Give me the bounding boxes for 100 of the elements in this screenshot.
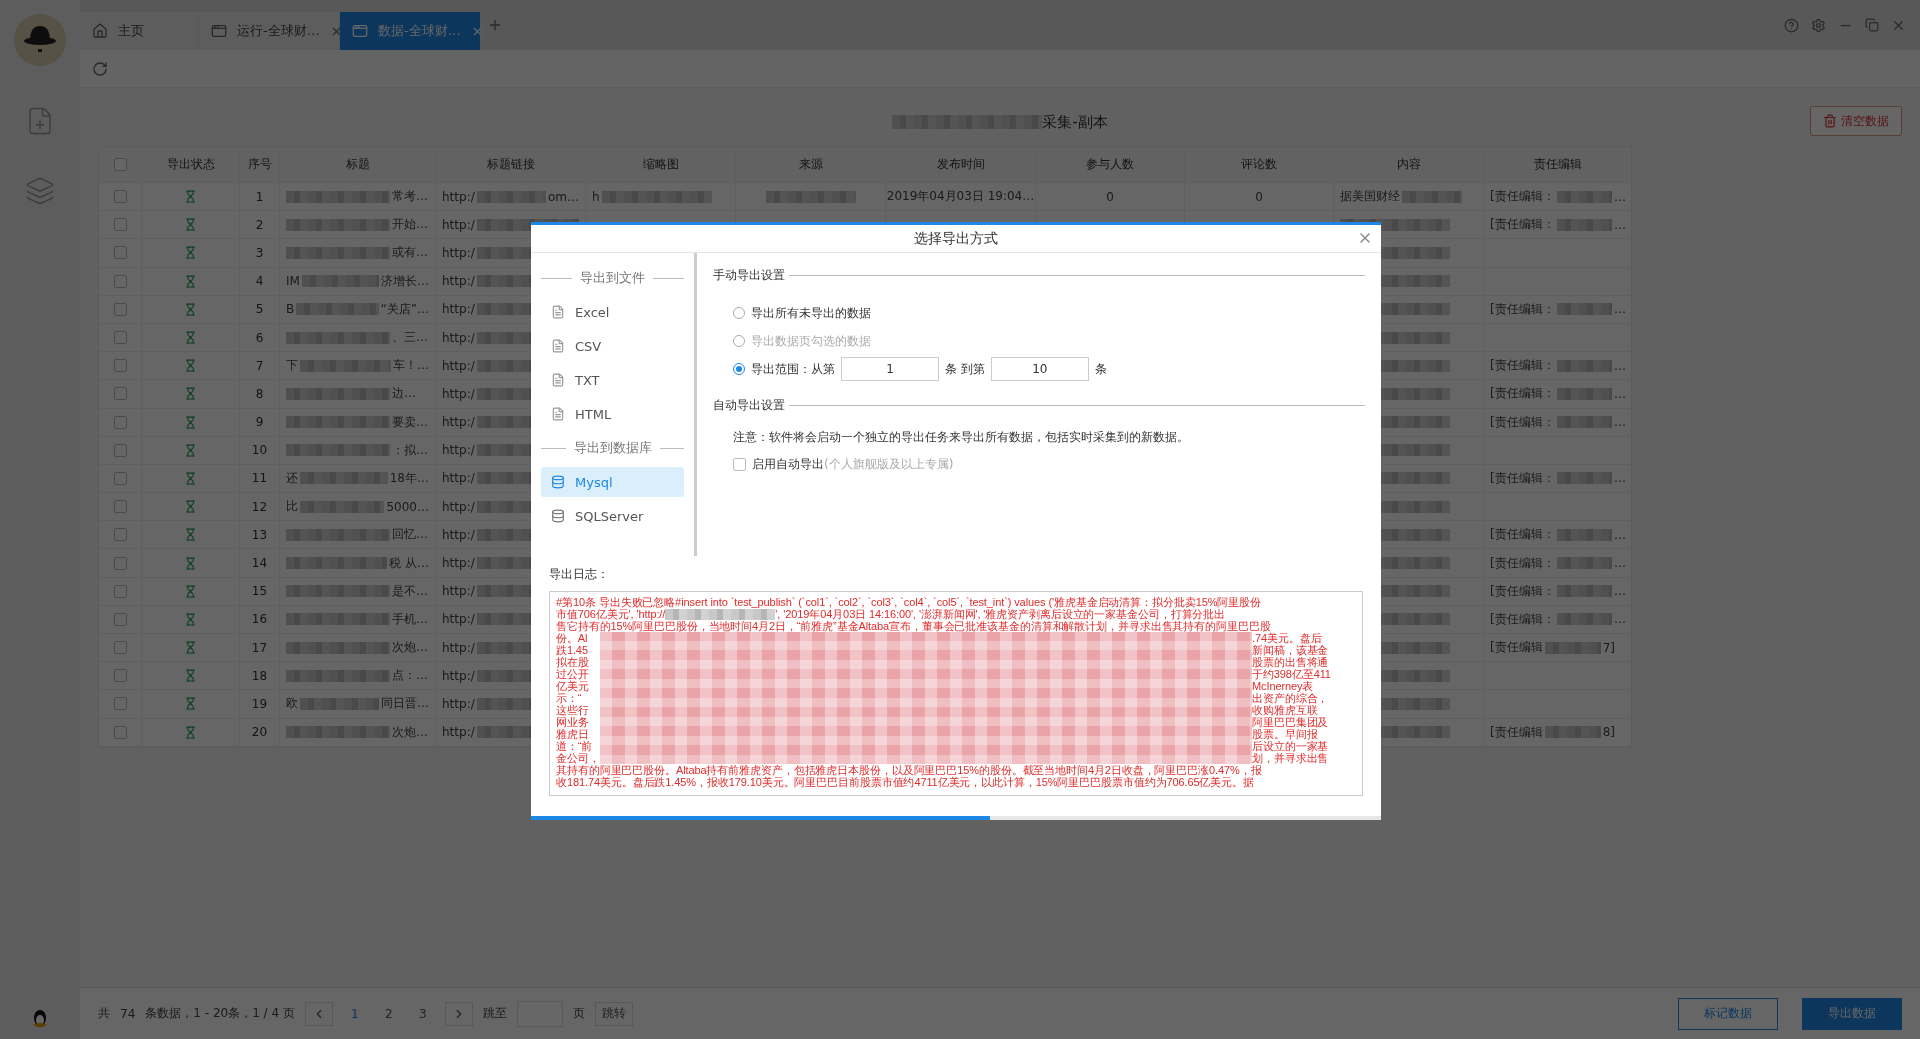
table-cell: 2019年04月03日 19:04… [886, 188, 1035, 206]
log-text: 其持有的阿里巴巴股份。Altaba持有前雅虎资产，包括雅虎日本股份，以及阿里巴巴15%的股份。截至当地时间4月2日收盘，阿里巴巴涨0.47%，报 [556, 764, 1262, 776]
checkbox[interactable] [113, 725, 127, 739]
table-cell: … [1614, 217, 1626, 232]
table-cell: 2 [240, 211, 280, 239]
pixelated-redaction [1556, 585, 1612, 598]
checkbox[interactable] [113, 331, 127, 345]
action-button[interactable]: 标记数据 [1678, 997, 1778, 1030]
section-title: 自动导出设置 [713, 396, 785, 414]
table-cell: 开始… [392, 216, 428, 234]
restore-icon[interactable] [1865, 17, 1879, 33]
log-text: 股票的出售将通 [1252, 656, 1330, 668]
checkbox[interactable] [733, 457, 746, 471]
log-text: 于约398亿至411 [1252, 668, 1332, 680]
hourglass-icon [184, 331, 197, 345]
table-cell: 常考… [392, 188, 428, 206]
refresh-icon[interactable] [92, 60, 108, 77]
table-cell: h [592, 189, 600, 204]
log-text: .74美元。盘后 [1252, 632, 1323, 644]
action-button[interactable]: 导出数据 [1802, 997, 1902, 1030]
checkbox[interactable] [113, 190, 127, 204]
log-text: 后设立的一家基 [1252, 740, 1330, 752]
tab[interactable]: 主页 [80, 12, 198, 50]
table-cell: http:/ [442, 274, 475, 289]
table-cell: 1 [240, 183, 280, 211]
checkbox[interactable] [113, 415, 127, 429]
layers-icon[interactable] [25, 176, 55, 206]
next-page-button[interactable] [444, 1001, 473, 1026]
clear-data-button[interactable]: 清空数据 [1810, 106, 1902, 136]
checkbox[interactable] [113, 218, 127, 232]
table-cell: 8] [1602, 725, 1615, 740]
table-cell: … [1614, 302, 1626, 317]
previous-page-button[interactable] [304, 1001, 333, 1026]
hourglass-icon [184, 190, 197, 204]
checkbox[interactable] [113, 359, 127, 373]
checkbox[interactable] [113, 641, 127, 655]
range-from-field[interactable]: 1 [841, 357, 939, 381]
hourglass-icon [184, 697, 197, 711]
checkbox[interactable] [113, 612, 127, 626]
hourglass-icon [184, 641, 197, 655]
table-cell: 0 [1106, 189, 1114, 204]
export-format-item[interactable]: Mysql [541, 467, 684, 497]
penguin-icon[interactable] [32, 1009, 48, 1027]
log-text: 这些行 [556, 704, 590, 716]
checkbox[interactable] [113, 246, 127, 260]
hourglass-icon [184, 584, 197, 598]
hourglass-icon [184, 359, 197, 373]
tab[interactable]: 运行-全球财… [199, 12, 339, 50]
checkbox[interactable] [113, 302, 127, 316]
table-cell: … [1614, 358, 1626, 373]
table-cell: http:/ [442, 612, 475, 627]
dialog-title: 选择导出方式 [914, 229, 998, 248]
table-cell: “关店”… [380, 300, 429, 318]
table-cell: 税 从… [389, 554, 429, 572]
table-cell: [责任编辑： [1490, 300, 1555, 318]
checkbox[interactable] [113, 669, 127, 683]
log-text: 过公开 [556, 668, 590, 680]
option-label: 导出范围：从第 [751, 360, 835, 378]
settings-icon[interactable] [1811, 17, 1826, 33]
export-format-item[interactable]: HTML [541, 399, 684, 429]
table-cell: [责任编辑 [1490, 723, 1543, 741]
table-cell: 10 [240, 436, 280, 464]
help-icon[interactable] [1784, 17, 1799, 33]
table-cell: 边… [392, 385, 416, 403]
checkbox[interactable] [113, 471, 127, 485]
log-text: 拟在股 [556, 656, 590, 668]
add-tab-icon[interactable] [487, 17, 503, 33]
table-cell: 次炮… [392, 723, 428, 741]
table-cell: 、三… [392, 329, 428, 347]
export-format-item[interactable]: TXT [541, 365, 684, 395]
export-format-item[interactable]: Excel [541, 297, 684, 327]
checkbox[interactable] [113, 387, 127, 401]
table-cell: 13 [240, 521, 280, 549]
checkbox[interactable] [113, 443, 127, 457]
log-text: 示：“ [556, 692, 583, 704]
checkbox[interactable] [113, 500, 127, 514]
table-cell: http:/ [442, 358, 475, 373]
table-cell: http:/ [442, 217, 475, 232]
tab[interactable]: 数据-全球财… [340, 12, 480, 50]
checkbox[interactable] [113, 556, 127, 570]
table-cell: http:/ [442, 189, 475, 204]
page-title: 采集-副本 [1042, 112, 1108, 132]
checkbox[interactable] [113, 697, 127, 711]
jump-button[interactable]: 跳转 [594, 1001, 633, 1026]
table-cell: http:/ [442, 556, 475, 571]
pixelated-redaction [1556, 416, 1612, 429]
checkbox[interactable] [113, 274, 127, 288]
checkbox[interactable] [113, 158, 127, 171]
section-label: 导出到文件 [580, 269, 645, 287]
export-format-item[interactable]: SQLServer [541, 501, 684, 531]
column-header: 内容 [1334, 147, 1484, 182]
checkbox[interactable] [113, 584, 127, 598]
table-cell: [责任编辑： [1490, 385, 1555, 403]
pixelated-redaction [1556, 303, 1612, 316]
range-to-field[interactable]: 10 [990, 357, 1089, 381]
hourglass-icon [184, 471, 197, 485]
checkbox[interactable] [113, 528, 127, 542]
table-cell: 15 [240, 577, 280, 605]
export-format-item[interactable]: CSV [541, 331, 684, 361]
log-text: 划，并寻求出售 [1252, 752, 1330, 764]
